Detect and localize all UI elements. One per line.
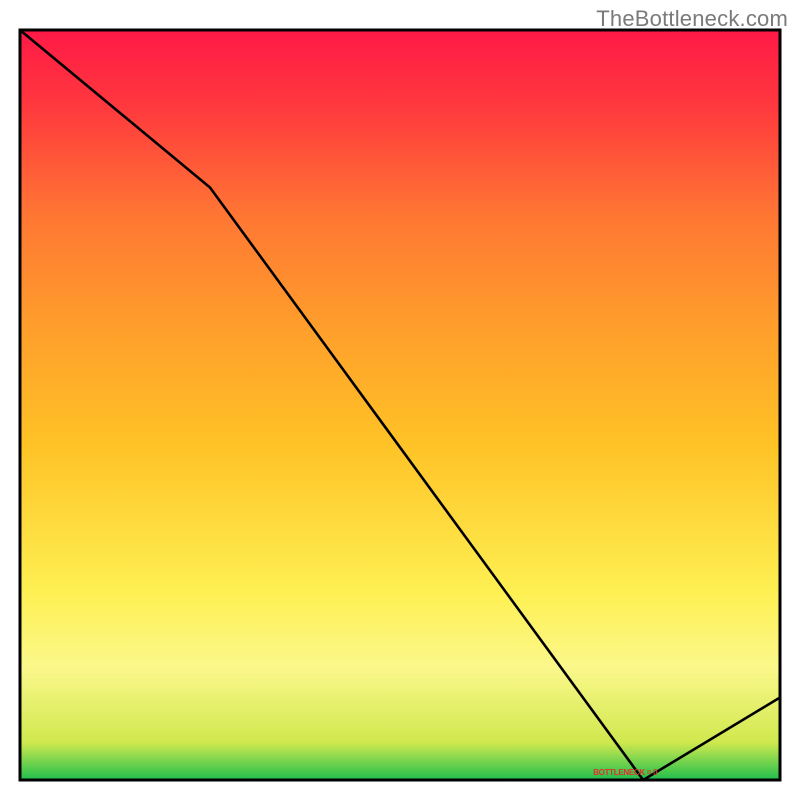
chart-svg	[0, 0, 800, 800]
trough-annotation: BOTTLENECK = 0	[593, 768, 657, 777]
plot-area	[20, 30, 780, 780]
chart-container: TheBottleneck.com BOTTLENECK = 0	[0, 0, 800, 800]
gradient-background	[20, 30, 780, 780]
